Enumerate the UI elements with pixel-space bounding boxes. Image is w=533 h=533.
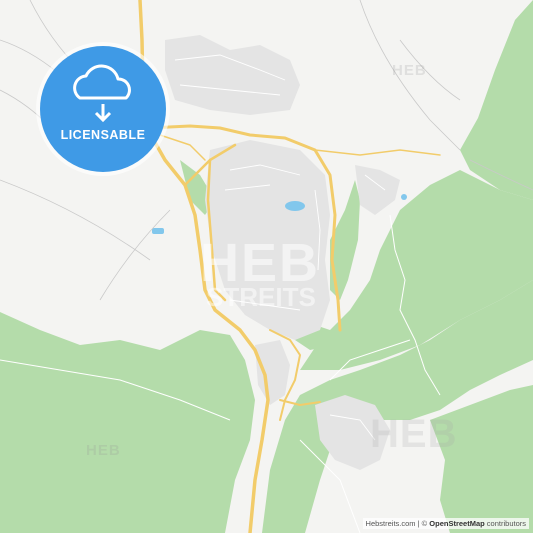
cloud-download-icon: [73, 64, 131, 123]
watermark-heb-bottom-right: HEB: [370, 412, 458, 456]
badge-label: LICENSABLE: [60, 128, 146, 142]
urban-valley: [255, 340, 290, 405]
forest-left: [0, 312, 255, 533]
map-attribution: Hebstreits.com | © OpenStreetMap contrib…: [362, 518, 529, 529]
watermark-streits: STREITS: [206, 282, 316, 312]
forest-top-right: [460, 0, 533, 200]
attribution-osm-link[interactable]: OpenStreetMap: [429, 519, 484, 528]
map-canvas[interactable]: HEB HEB HEB HEB STREITS LICENSABLE Hebst…: [0, 0, 533, 533]
attribution-separator: | ©: [415, 519, 430, 528]
urban-east: [355, 165, 400, 215]
watermark-heb-top: HEB: [392, 62, 427, 79]
urban-north: [165, 35, 300, 115]
attribution-suffix: contributors: [484, 519, 526, 528]
attribution-site-link[interactable]: Hebstreits.com: [366, 519, 416, 528]
lake-center: [285, 201, 305, 211]
watermark-heb-bottom-left: HEB: [86, 442, 121, 459]
licensable-badge[interactable]: LICENSABLE: [40, 46, 166, 172]
pond-west: [152, 228, 164, 234]
pond-east: [401, 194, 407, 200]
forest-south-east: [430, 385, 533, 533]
